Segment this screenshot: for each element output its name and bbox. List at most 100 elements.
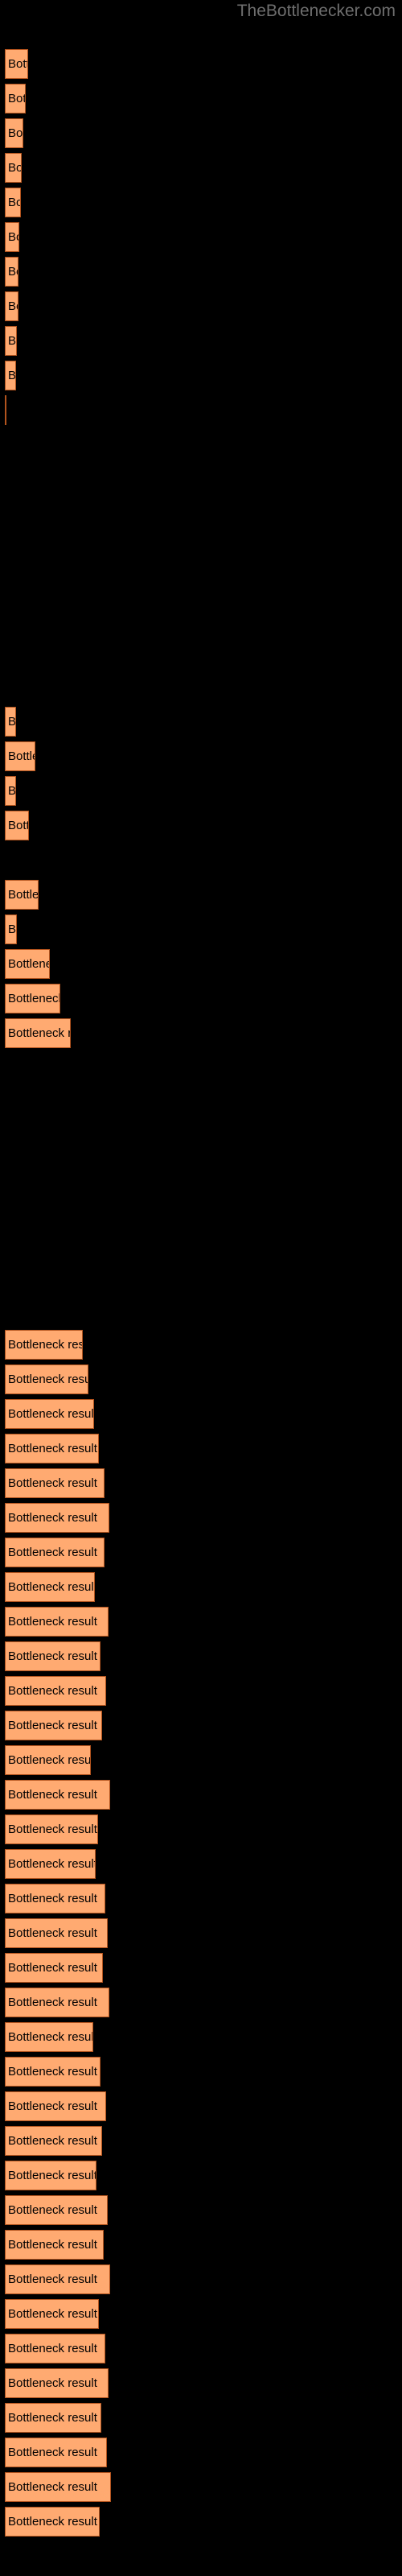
bar[interactable]: Bottleneck result <box>5 153 22 183</box>
bar-label: Bottleneck result <box>8 1372 88 1386</box>
bar[interactable]: Bottleneck result <box>5 222 19 252</box>
bar[interactable]: Bottleneck result <box>5 880 39 910</box>
bar[interactable]: Bottleneck result <box>5 1745 91 1775</box>
bar-row: Bottleneck result <box>0 1570 402 1604</box>
bar[interactable]: Bottleneck result <box>5 1018 71 1048</box>
bar-label: Bottleneck result <box>8 2168 96 2182</box>
bar-label: Bottleneck result <box>8 2029 93 2044</box>
bar-row: Bottleneck result <box>0 1224 402 1258</box>
bar[interactable]: Bottleneck result <box>5 2022 93 2052</box>
bar-row: Bottleneck result <box>0 47 402 81</box>
bar-row: Bottleneck result <box>0 2124 402 2158</box>
bar[interactable]: Bottleneck result <box>5 1538 105 1567</box>
bar[interactable]: Bottleneck result <box>5 2507 100 2537</box>
bar[interactable]: Bottleneck result <box>5 2334 105 2363</box>
bar-label: Bottleneck result <box>8 1337 83 1352</box>
bar[interactable]: Bottleneck result <box>5 949 50 979</box>
bar[interactable]: Bottleneck result <box>5 188 21 217</box>
bar-row: Bottleneck result <box>0 531 402 566</box>
bar-label: Bottleneck result <box>8 1614 97 1629</box>
bar[interactable]: Bottleneck result <box>5 1364 88 1394</box>
bar[interactable]: Bottleneck result <box>5 741 35 771</box>
bar-row: Bottleneck result <box>0 1085 402 1120</box>
bar[interactable]: Bottleneck result <box>5 1988 109 2017</box>
bar-row: Bottleneck result <box>0 1362 402 1397</box>
bar-row: Bottleneck result <box>0 2020 402 2054</box>
bar-label: Bottleneck result <box>8 1683 97 1698</box>
bar[interactable]: Bottleneck result <box>5 1884 105 1913</box>
bar[interactable]: Bottleneck result <box>5 2195 108 2225</box>
bar[interactable]: Bottleneck result <box>5 2472 111 2502</box>
bar[interactable]: Bottleneck result <box>5 2438 107 2467</box>
bar-row: Bottleneck result <box>0 2193 402 2227</box>
bar[interactable]: Bottleneck result <box>5 1918 108 1948</box>
bar[interactable]: Bottleneck result <box>5 84 26 114</box>
bar[interactable]: Bottleneck result <box>5 1399 94 1429</box>
bar[interactable]: Bottleneck result <box>5 1711 102 1740</box>
bar-row: Bottleneck result <box>0 1847 402 1881</box>
bar-row: Bottleneck result <box>0 2089 402 2124</box>
bar[interactable]: Bottleneck result <box>5 257 18 287</box>
bar-row: Bottleneck result <box>0 704 402 739</box>
bar[interactable]: Bottleneck result <box>5 1780 110 1810</box>
bar-label: Bottleneck result <box>8 1026 70 1040</box>
bar-row: Bottleneck result <box>0 254 402 289</box>
bar-row: Bottleneck result <box>0 1154 402 1189</box>
bar-row: Bottleneck result <box>0 1501 402 1535</box>
bar-row: Bottleneck result <box>0 739 402 774</box>
bar[interactable]: Bottleneck result <box>5 2057 100 2087</box>
bar[interactable]: Bottleneck result <box>5 1330 83 1360</box>
bar[interactable]: Bottleneck result <box>5 1503 109 1533</box>
bar[interactable]: Bottleneck result <box>5 1953 103 1983</box>
bar[interactable]: Bottleneck result <box>5 2161 96 2190</box>
bar[interactable]: Bottleneck result <box>5 395 6 425</box>
bar[interactable]: Bottleneck result <box>5 1676 106 1706</box>
bar[interactable]: Bottleneck result <box>5 361 16 390</box>
bar-row: Bottleneck result <box>0 1051 402 1085</box>
bar-label: Bottleneck result <box>8 2445 97 2459</box>
bar-row: Bottleneck result <box>0 808 402 843</box>
bar-label: Bottleneck result <box>8 1752 91 1767</box>
bar-row: Bottleneck result <box>0 1535 402 1570</box>
bar[interactable]: Bottleneck result <box>5 2091 106 2121</box>
bar-row: Bottleneck result <box>0 358 402 393</box>
bar-label: Bottleneck result <box>8 2133 97 2148</box>
bar-row: Bottleneck result <box>0 2470 402 2504</box>
bar[interactable]: Bottleneck result <box>5 707 16 737</box>
bar-label: Bottleneck result <box>8 1476 97 1490</box>
bar[interactable]: Bottleneck result <box>5 2299 99 2329</box>
bar[interactable]: Bottleneck result <box>5 1814 98 1844</box>
bar-label: Bottleneck result <box>8 264 18 279</box>
bar[interactable]: Bottleneck result <box>5 2264 110 2294</box>
bar[interactable]: Bottleneck result <box>5 914 17 944</box>
bar-row: Bottleneck result <box>0 324 402 358</box>
bar[interactable]: Bottleneck result <box>5 1434 99 1463</box>
bar[interactable]: Bottleneck result <box>5 1641 100 1671</box>
bar[interactable]: Bottleneck result <box>5 776 16 806</box>
bar[interactable]: Bottleneck result <box>5 1849 96 1879</box>
bar[interactable]: Bottleneck result <box>5 291 18 321</box>
bar[interactable]: Bottleneck result <box>5 49 28 79</box>
bar-label: Bottleneck result <box>8 2202 97 2217</box>
bar[interactable]: Bottleneck result <box>5 984 60 1013</box>
bar-label: Bottleneck result <box>8 333 17 348</box>
bar-row: Bottleneck result <box>0 1916 402 1951</box>
bar-label: Bottleneck result <box>8 2272 97 2286</box>
bar-row: Bottleneck result <box>0 220 402 254</box>
bar[interactable]: Bottleneck result <box>5 1572 95 1602</box>
bar-label: Bottleneck result <box>8 1510 97 1525</box>
bar-row: Bottleneck result <box>0 1016 402 1051</box>
bar[interactable]: Bottleneck result <box>5 2368 109 2398</box>
bar[interactable]: Bottleneck result <box>5 1468 105 1498</box>
bar[interactable]: Bottleneck result <box>5 2126 102 2156</box>
bar-label: Bottleneck result <box>8 126 23 140</box>
bar-label: Bottleneck result <box>8 2341 97 2355</box>
bar[interactable]: Bottleneck result <box>5 1607 109 1637</box>
bar-label: Bottleneck result <box>8 1579 95 1594</box>
bar-row: Bottleneck result <box>0 2331 402 2366</box>
bar[interactable]: Bottleneck result <box>5 2230 104 2260</box>
bar[interactable]: Bottleneck result <box>5 118 23 148</box>
bar[interactable]: Bottleneck result <box>5 2403 101 2433</box>
bar[interactable]: Bottleneck result <box>5 326 17 356</box>
bar[interactable]: Bottleneck result <box>5 811 29 840</box>
